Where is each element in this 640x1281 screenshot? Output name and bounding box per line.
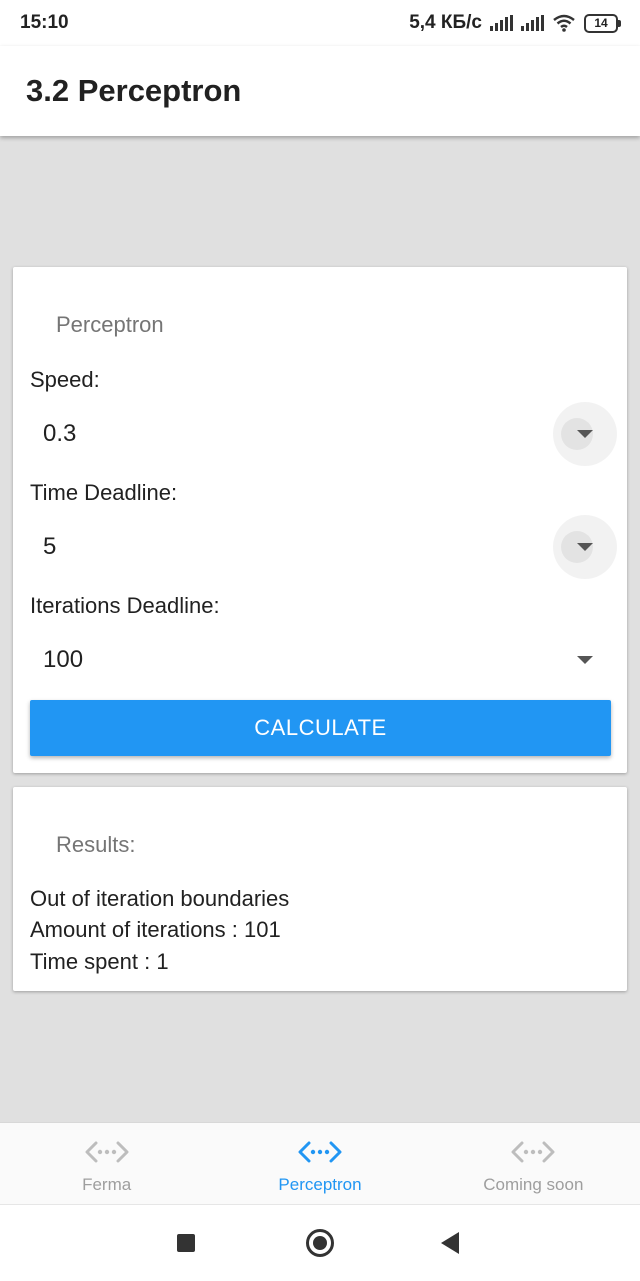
status-time: 15:10 <box>20 12 69 33</box>
signal-icon <box>490 15 513 31</box>
status-icons: 5,4 КБ/с 14 <box>409 12 621 34</box>
code-arrows-icon <box>511 1141 555 1163</box>
calculate-button[interactable]: CALCULATE <box>30 700 611 756</box>
iterations-deadline-select[interactable]: 100 <box>30 635 610 685</box>
nav-label-ferma: Ferma <box>82 1175 132 1194</box>
iterations-deadline-value: 100 <box>43 646 84 673</box>
nav-item-coming-soon[interactable]: Coming soon <box>427 1123 640 1205</box>
chevron-down-icon <box>577 430 593 438</box>
nav-label-perceptron: Perceptron <box>278 1175 362 1194</box>
chevron-down-icon <box>577 543 593 551</box>
results-title: Results: <box>56 832 136 857</box>
time-deadline-dropdown-toggle[interactable] <box>553 515 617 579</box>
perceptron-form-card: Perceptron Speed: 0.3 Time Deadline: 5 I… <box>13 267 627 773</box>
system-navigation-bar <box>0 1204 640 1281</box>
iterations-deadline-dropdown-toggle[interactable] <box>553 628 617 692</box>
speed-dropdown-toggle[interactable] <box>553 402 617 466</box>
bottom-navigation: Ferma Perceptron Coming soon <box>0 1122 640 1205</box>
back-icon[interactable] <box>441 1232 459 1254</box>
result-status: Out of iteration boundaries <box>30 886 290 911</box>
page-title: 3.2 Perceptron <box>26 73 242 108</box>
home-icon[interactable] <box>306 1229 334 1257</box>
result-iterations: Amount of iterations : 101 <box>30 917 281 942</box>
status-bar: 15:10 5,4 КБ/с 14 <box>0 0 640 46</box>
speed-label: Speed: <box>30 367 100 392</box>
nav-label-coming-soon: Coming soon <box>483 1175 584 1194</box>
card-title: Perceptron <box>56 312 164 337</box>
speed-value: 0.3 <box>43 420 77 447</box>
recents-icon[interactable] <box>177 1234 195 1252</box>
time-deadline-value: 5 <box>43 533 57 560</box>
chevron-down-icon <box>577 656 593 664</box>
signal-icon-2 <box>521 15 544 31</box>
battery-icon: 14 <box>584 13 621 33</box>
app-bar: 3.2 Perceptron <box>0 46 640 136</box>
time-deadline-label: Time Deadline: <box>30 480 178 505</box>
code-arrows-icon <box>85 1141 129 1163</box>
nav-item-perceptron[interactable]: Perceptron <box>213 1123 426 1205</box>
results-card: Results: Out of iteration boundaries Amo… <box>13 787 627 991</box>
iterations-deadline-label: Iterations Deadline: <box>30 593 220 618</box>
code-arrows-icon <box>298 1141 342 1163</box>
network-speed: 5,4 КБ/с <box>409 12 482 33</box>
speed-select[interactable]: 0.3 <box>30 402 617 466</box>
wifi-icon <box>553 14 575 32</box>
time-deadline-select[interactable]: 5 <box>30 515 617 579</box>
nav-item-ferma[interactable]: Ferma <box>0 1123 213 1205</box>
result-time: Time spent : 1 <box>30 949 169 974</box>
